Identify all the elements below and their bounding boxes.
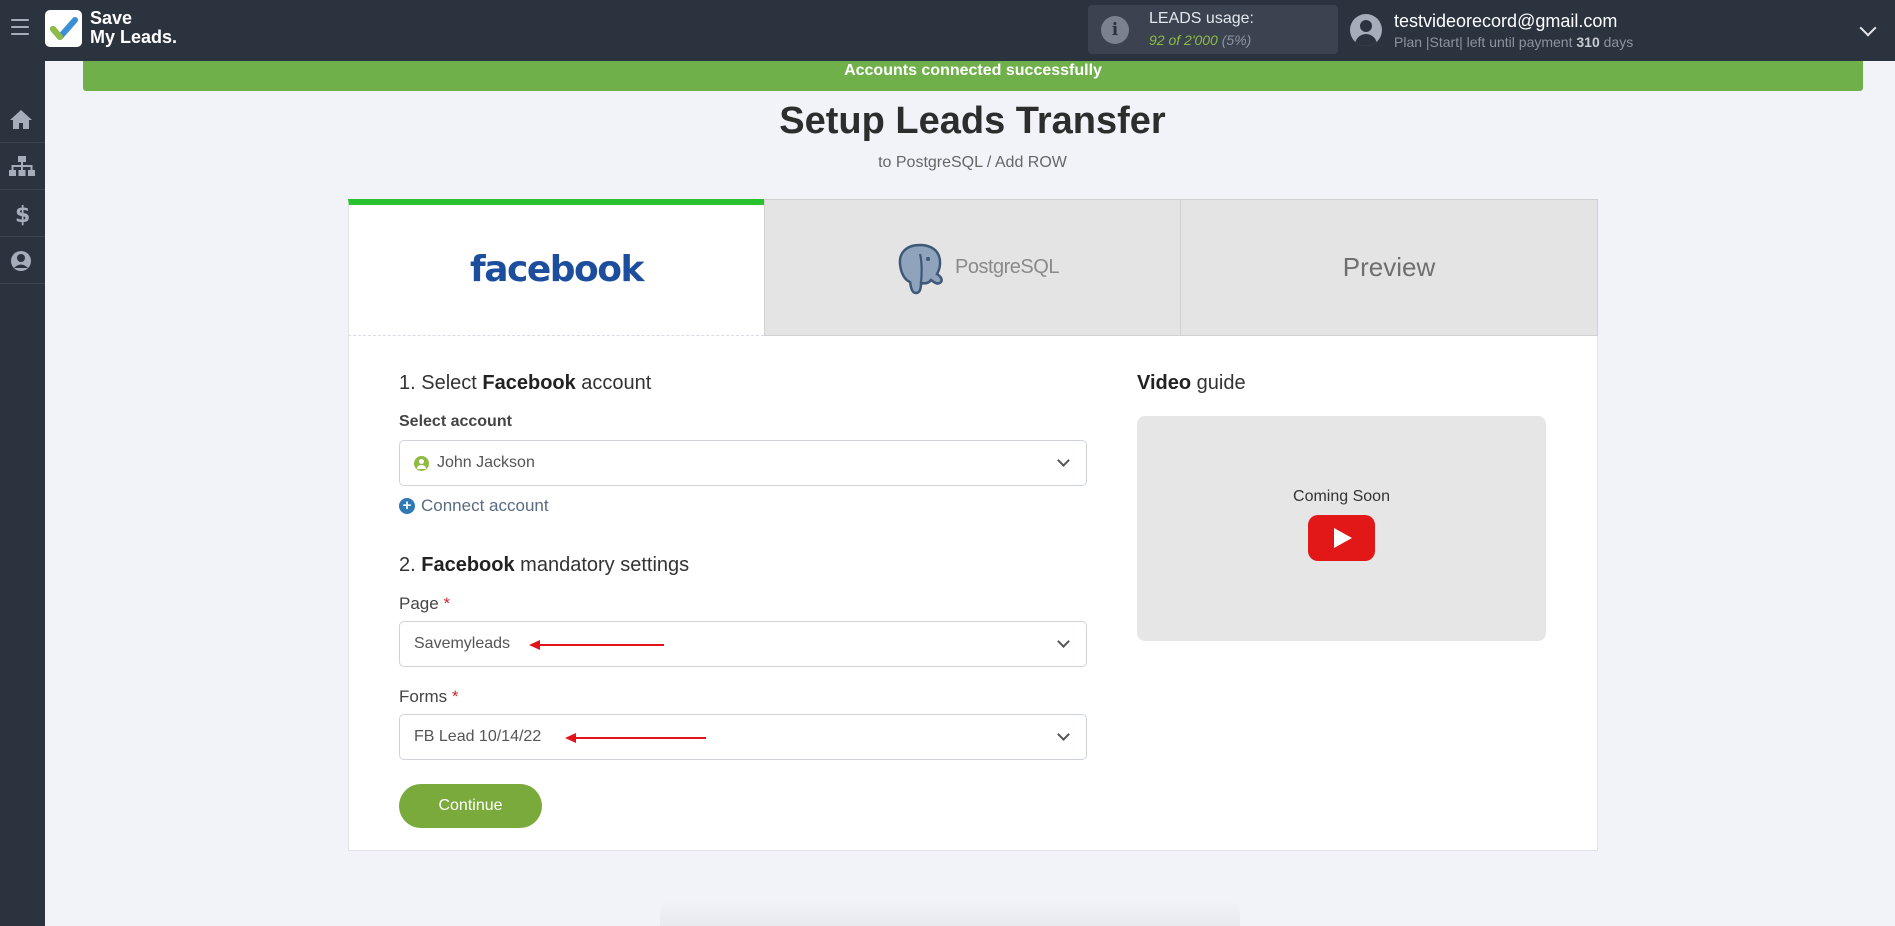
forms-select-value: FB Lead 10/14/22: [414, 728, 542, 745]
tab-preview[interactable]: Preview: [1181, 199, 1598, 336]
logo-line-1: Save: [90, 8, 133, 28]
postgresql-elephant-icon: [898, 243, 943, 295]
svg-text:$: $: [15, 203, 30, 226]
forms-label-text: Forms: [399, 687, 448, 706]
select-account-label: Select account: [399, 413, 512, 430]
dollar-icon: $: [15, 203, 30, 226]
video-guide-title: Video guide: [1137, 372, 1246, 395]
app-logo-text[interactable]: Save My Leads.: [90, 9, 177, 47]
postgresql-label: PostgreSQL: [955, 256, 1059, 278]
chevron-down-icon: [1057, 454, 1070, 467]
account-user-icon: [414, 456, 429, 471]
page-label-text: Page: [399, 594, 439, 613]
section-2-suffix: mandatory settings: [514, 554, 690, 576]
account-select[interactable]: John Jackson: [399, 440, 1087, 486]
user-email[interactable]: testvideorecord@gmail.com: [1394, 11, 1617, 32]
usage-title: LEADS usage:: [1149, 10, 1254, 27]
section-1-suffix: account: [575, 372, 652, 394]
page-select-value: Savemyleads: [414, 635, 511, 652]
tab-postgresql[interactable]: PostgreSQL: [764, 199, 1181, 336]
usage-count-value: 92 of 2'000: [1149, 32, 1218, 48]
usage-count: 92 of 2'000 (5%): [1149, 32, 1251, 48]
user-plan: Plan |Start| left until payment 310 days: [1394, 34, 1633, 50]
continue-button[interactable]: Continue: [399, 784, 542, 828]
chevron-down-icon: [1057, 728, 1070, 741]
user-circle-icon: [11, 251, 31, 271]
youtube-play-icon[interactable]: [1308, 515, 1375, 561]
video-title-bold: Video: [1137, 372, 1192, 394]
plan-prefix: Plan |Start| left until payment: [1394, 34, 1573, 50]
account-select-value: John Jackson: [437, 454, 535, 471]
page-title: Setup Leads Transfer: [779, 100, 1166, 142]
tab-facebook[interactable]: facebook: [348, 199, 764, 336]
red-arrow-annotation: [529, 640, 664, 650]
logo-line-2: My Leads.: [90, 27, 178, 47]
section-2-title: 2. Facebook mandatory settings: [399, 554, 689, 577]
required-mark: *: [451, 687, 459, 706]
info-icon: i: [1101, 16, 1129, 44]
setup-card: 1. Select Facebook account Select accoun…: [348, 336, 1598, 851]
section-2-prefix: 2.: [399, 554, 422, 576]
video-guide-player[interactable]: Coming Soon: [1137, 416, 1546, 641]
section-1-title: 1. Select Facebook account: [399, 372, 651, 395]
leads-usage-widget: i LEADS usage: 92 of 2'000 (5%): [1088, 5, 1338, 54]
chevron-down-icon[interactable]: [1859, 19, 1877, 37]
sidebar-item-billing[interactable]: $: [0, 190, 45, 237]
section-1-bold: Facebook: [482, 372, 576, 394]
forms-field-label: Forms *: [399, 687, 459, 707]
forms-select[interactable]: FB Lead 10/14/22: [399, 714, 1087, 760]
plan-days: 310: [1576, 34, 1600, 50]
preview-label: Preview: [1342, 252, 1436, 282]
success-banner: Accounts connected successfully: [83, 61, 1863, 91]
connect-account-link[interactable]: Connect account: [421, 496, 549, 516]
page-select[interactable]: Savemyleads: [399, 621, 1087, 667]
page-field-label: Page *: [399, 594, 450, 614]
video-title-rest: guide: [1191, 372, 1246, 394]
hamburger-menu-icon[interactable]: [11, 19, 29, 35]
top-bar: Save My Leads. i LEADS usage: 92 of 2'00…: [0, 0, 1895, 61]
bottom-panel-edge: [660, 900, 1240, 926]
section-1-prefix: 1. Select: [399, 372, 483, 394]
facebook-logo: facebook: [470, 249, 644, 290]
section-2-bold: Facebook: [421, 554, 515, 576]
page-subtitle: to PostgreSQL / Add ROW: [878, 154, 1067, 171]
sidebar-item-profile[interactable]: [0, 237, 45, 284]
user-avatar-icon[interactable]: [1350, 14, 1382, 46]
sidebar: $: [0, 61, 45, 926]
step-tabs: facebook PostgreSQL Preview: [348, 199, 1598, 336]
required-mark: *: [443, 594, 451, 613]
chevron-down-icon: [1057, 635, 1070, 648]
coming-soon-text: Coming Soon: [1293, 488, 1390, 505]
red-arrow-annotation: [565, 733, 706, 743]
app-logo-icon[interactable]: [45, 10, 82, 47]
plus-circle-icon[interactable]: +: [399, 498, 415, 514]
usage-percent: (5%): [1221, 32, 1252, 48]
plan-suffix: days: [1603, 34, 1634, 50]
